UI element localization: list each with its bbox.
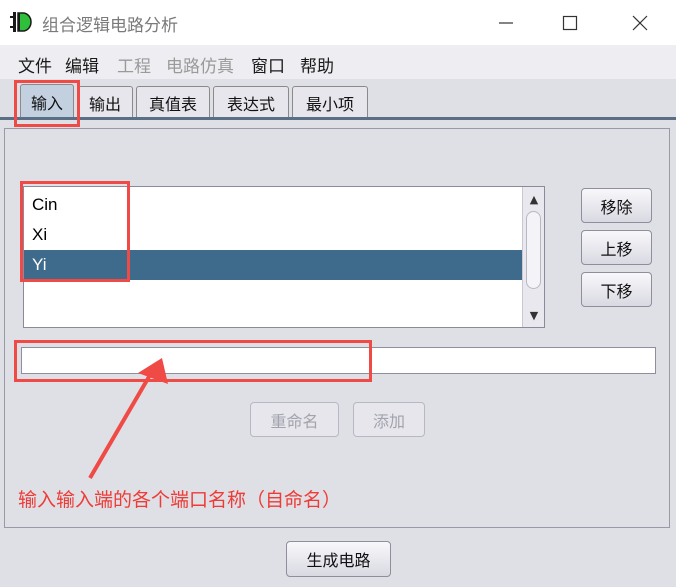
annotation-text: 输入输入端的各个端口名称（自命名） [18, 489, 342, 511]
